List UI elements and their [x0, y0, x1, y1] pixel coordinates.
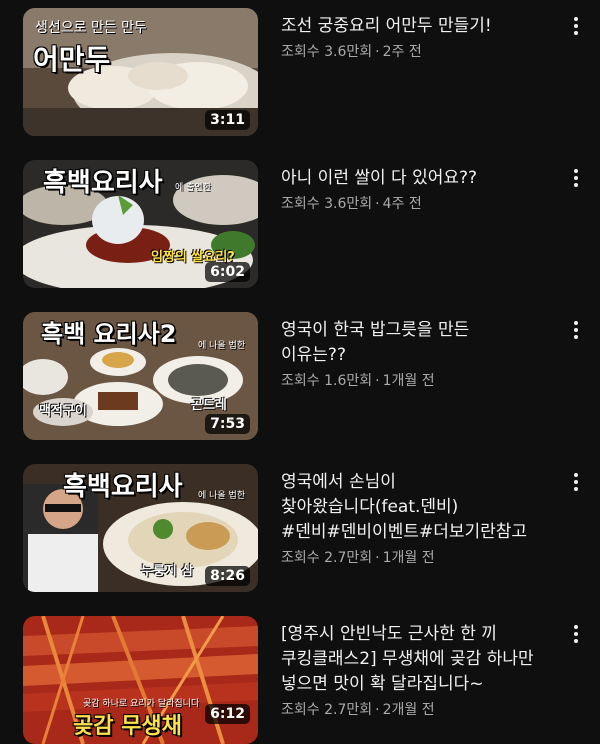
video-info[interactable]: 조선 궁중요리 어만두 만들기! 조회수 3.6만회 · 2주 전 [281, 14, 559, 61]
thumbnail-title: 흑백 요리사2 [41, 320, 177, 348]
duration-badge: 6:12 [205, 704, 250, 724]
video-meta: 조회수 1.6만회 · 1개월 전 [281, 370, 559, 390]
more-vert-icon[interactable] [566, 470, 586, 494]
duration-badge: 6:02 [205, 262, 250, 282]
view-count: 조회수 3.6만회 [281, 196, 373, 212]
video-meta: 조회수 3.6만회 · 4주 전 [281, 193, 559, 213]
video-info[interactable]: 영국에서 손님이 찾아왔습니다(feat.덴비) #덴비#덴비이벤트#더보기란참… [281, 470, 559, 567]
more-vert-icon[interactable] [566, 14, 586, 38]
thumbnail-subtitle: 에 나올 법한 [198, 491, 246, 501]
view-count: 조회수 1.6만회 [281, 373, 373, 389]
video-item[interactable]: 흑백요리사 에 나올 법한 누룽지 삼 8:26 영국에서 손님이 찾아왔습니다… [0, 464, 600, 604]
upload-age: 1개월 전 [382, 550, 435, 566]
video-title[interactable]: 아니 이런 쌀이 다 있어요?? [281, 166, 559, 191]
video-info[interactable]: [영주시 안빈낙도 근사한 한 끼 쿠킹클래스2] 무생채에 곶감 하나만 넣으… [281, 622, 559, 719]
video-title[interactable]: 영국에서 손님이 찾아왔습니다(feat.덴비) #덴비#덴비이벤트#더보기란참… [281, 470, 559, 545]
view-count: 조회수 2.7만회 [281, 702, 373, 718]
video-meta: 조회수 2.7만회 · 2개월 전 [281, 699, 559, 719]
upload-age: 2주 전 [382, 44, 422, 60]
more-vert-icon[interactable] [566, 318, 586, 342]
meta-separator: · [375, 44, 380, 60]
thumbnail-title: 흑백요리사 [63, 472, 183, 502]
video-title[interactable]: 조선 궁중요리 어만두 만들기! [281, 14, 559, 39]
view-count: 조회수 3.6만회 [281, 44, 373, 60]
thumbnail-title: 흑백요리사 [43, 168, 163, 198]
view-count: 조회수 2.7만회 [281, 550, 373, 566]
video-feed: 생선으로 만든 만두 어만두 3:11 조선 궁중요리 어만두 만들기! 조회수… [0, 0, 600, 744]
thumbnail-subtitle: 생선으로 만든 만두 [35, 20, 147, 36]
thumbnail-title: 어만두 [33, 43, 111, 76]
more-vert-icon[interactable] [566, 166, 586, 190]
upload-age: 4주 전 [382, 196, 422, 212]
video-thumbnail[interactable]: 생선으로 만든 만두 어만두 3:11 [23, 8, 258, 136]
video-item[interactable]: 흑백 요리사2 에 나올 법한 맥적구이 곤드레 7:53 영국이 한국 밥그릇… [0, 312, 600, 452]
video-thumbnail[interactable]: 흑백 요리사2 에 나올 법한 맥적구이 곤드레 7:53 [23, 312, 258, 440]
video-thumbnail[interactable]: 곶감 하나로 요리가 달라집니다 곶감 무생채 6:12 [23, 616, 258, 744]
thumbnail-subtitle: 에 출연한 [175, 183, 211, 193]
video-item[interactable]: 흑백요리사 에 출연한 임짱의 쌀요리? 6:02 아니 이런 쌀이 다 있어요… [0, 160, 600, 300]
video-meta: 조회수 2.7만회 · 1개월 전 [281, 547, 559, 567]
duration-badge: 8:26 [205, 566, 250, 586]
meta-separator: · [375, 702, 380, 718]
video-title[interactable]: 영국이 한국 밥그릇을 만든 이유는?? [281, 318, 559, 368]
video-item[interactable]: 생선으로 만든 만두 어만두 3:11 조선 궁중요리 어만두 만들기! 조회수… [0, 8, 600, 148]
thumbnail-caption: 곤드레 [191, 398, 227, 413]
upload-age: 2개월 전 [382, 702, 435, 718]
thumbnail-caption: 누룽지 삼 [141, 564, 194, 579]
video-title[interactable]: [영주시 안빈낙도 근사한 한 끼 쿠킹클래스2] 무생채에 곶감 하나만 넣으… [281, 622, 559, 697]
thumbnail-subtitle: 에 나올 법한 [198, 341, 246, 351]
duration-badge: 7:53 [205, 414, 250, 434]
more-vert-icon[interactable] [566, 622, 586, 646]
video-info[interactable]: 영국이 한국 밥그릇을 만든 이유는?? 조회수 1.6만회 · 1개월 전 [281, 318, 559, 390]
video-thumbnail[interactable]: 흑백요리사 에 출연한 임짱의 쌀요리? 6:02 [23, 160, 258, 288]
video-item[interactable]: 곶감 하나로 요리가 달라집니다 곶감 무생채 6:12 [영주시 안빈낙도 근… [0, 616, 600, 744]
video-thumbnail[interactable]: 흑백요리사 에 나올 법한 누룽지 삼 8:26 [23, 464, 258, 592]
upload-age: 1개월 전 [382, 373, 435, 389]
thumbnail-caption: 맥적구이 [39, 404, 87, 419]
thumbnail-title: 곶감 무생채 [73, 714, 182, 739]
meta-separator: · [375, 550, 380, 566]
meta-separator: · [375, 373, 380, 389]
duration-badge: 3:11 [205, 110, 250, 130]
video-meta: 조회수 3.6만회 · 2주 전 [281, 41, 559, 61]
video-info[interactable]: 아니 이런 쌀이 다 있어요?? 조회수 3.6만회 · 4주 전 [281, 166, 559, 213]
meta-separator: · [375, 196, 380, 212]
